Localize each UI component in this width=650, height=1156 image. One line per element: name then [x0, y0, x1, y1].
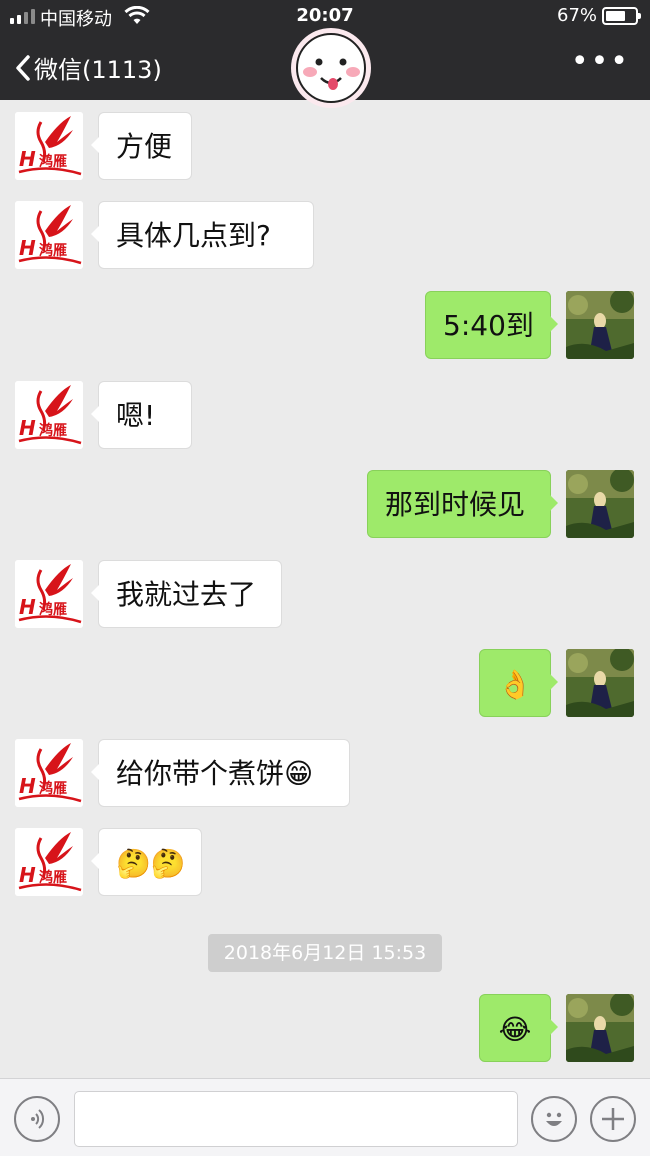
back-chevron-icon [16, 54, 30, 81]
message-bubble[interactable]: 方便 [91, 112, 192, 180]
svg-text:H: H [19, 595, 36, 619]
message-input[interactable] [74, 1091, 518, 1147]
plus-icon [602, 1108, 624, 1130]
hongyan-logo-icon: H 鸿雁 [15, 112, 83, 180]
back-label: 微信(1113) [34, 56, 162, 84]
svg-text:H: H [19, 863, 36, 887]
hongyan-logo-icon: H 鸿雁 [15, 828, 83, 896]
input-bar [0, 1078, 650, 1156]
message-bubble[interactable]: 给你带个煮饼😁 [91, 739, 350, 807]
clock: 20:07 [296, 5, 354, 26]
back-button[interactable]: 微信(1113) [14, 50, 162, 85]
hongyan-logo-icon: H 鸿雁 [15, 560, 83, 628]
svg-text:H: H [19, 416, 36, 440]
battery-percent: 67% [557, 5, 598, 26]
tears-of-joy-emoji: 😂 [498, 1013, 532, 1046]
voice-icon [31, 1109, 45, 1129]
thinking-emoji: 🤔🤔 [116, 847, 186, 880]
hongyan-logo-icon: H 鸿雁 [15, 201, 83, 269]
more-options-button[interactable]: ••• [571, 47, 630, 77]
user-photo [566, 291, 634, 359]
user-avatar[interactable] [566, 291, 634, 359]
message-bubble[interactable]: 我就过去了 [91, 560, 282, 628]
hongyan-logo-icon: H 鸿雁 [15, 739, 83, 807]
user-photo [566, 470, 634, 538]
more-functions-button[interactable] [590, 1096, 636, 1142]
ok-hand-emoji: 👌 [497, 668, 533, 701]
message-bubble[interactable]: 😂 [479, 994, 558, 1062]
contact-avatar[interactable]: H 鸿雁 [15, 828, 83, 896]
contact-avatar[interactable]: H 鸿雁 [15, 112, 83, 180]
message-bubble[interactable]: 那到时候见 [367, 470, 558, 538]
emoji-icon [546, 1112, 562, 1126]
contact-avatar[interactable]: H 鸿雁 [15, 739, 83, 807]
chat-area[interactable]: H 鸿雁 方便 H 鸿雁 具体几点到? 5:40到 H 鸿雁 嗯! 那到时候见 … [0, 100, 650, 1078]
contact-avatar[interactable]: H 鸿雁 [15, 560, 83, 628]
message-bubble[interactable]: 嗯! [91, 381, 192, 449]
user-avatar[interactable] [566, 649, 634, 717]
battery-icon [602, 7, 641, 25]
user-photo [566, 994, 634, 1062]
hongyan-logo-icon: H 鸿雁 [15, 381, 83, 449]
emoji-button[interactable] [531, 1096, 577, 1142]
timestamp-divider: 2018年6月12日 15:53 [208, 934, 442, 972]
message-bubble[interactable]: 🤔🤔 [91, 828, 202, 896]
user-avatar[interactable] [566, 470, 634, 538]
voice-button[interactable] [14, 1096, 60, 1142]
svg-text:H: H [19, 236, 36, 260]
message-bubble[interactable]: 5:40到 [425, 291, 558, 359]
top-bar: 中国移动 20:07 67% 微信(1113) ••• [0, 0, 650, 108]
svg-text:H: H [19, 147, 36, 171]
message-bubble[interactable]: 具体几点到? [91, 201, 314, 269]
contact-avatar[interactable]: H 鸿雁 [15, 201, 83, 269]
more-icon: ••• [570, 44, 630, 79]
message-bubble[interactable]: 👌 [479, 649, 558, 717]
user-avatar[interactable] [566, 994, 634, 1062]
user-photo [566, 649, 634, 717]
contact-avatar[interactable]: H 鸿雁 [15, 381, 83, 449]
svg-text:H: H [19, 774, 36, 798]
